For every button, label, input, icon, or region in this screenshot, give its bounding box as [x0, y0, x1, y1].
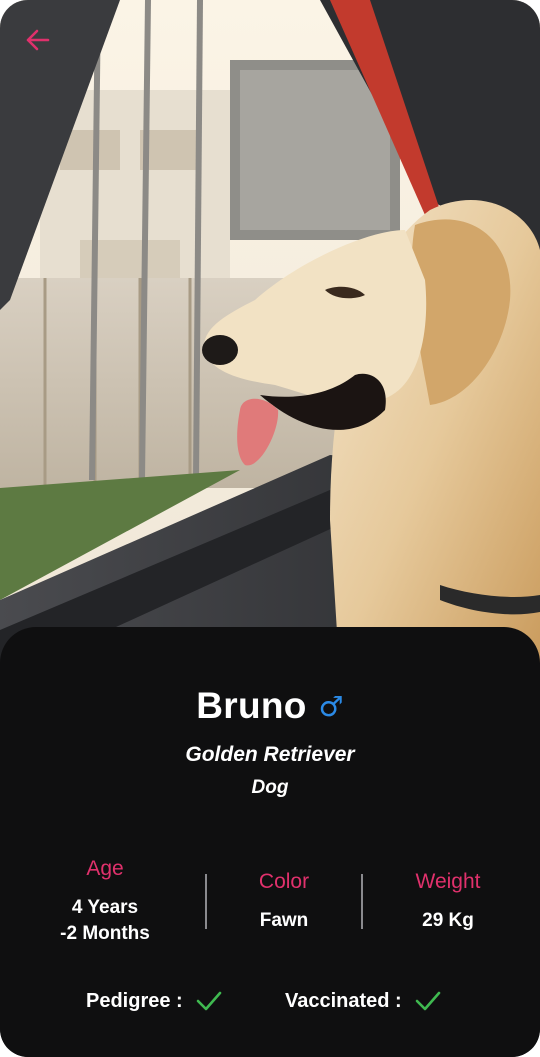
stat-color-value: Fawn: [259, 910, 309, 931]
name-row: Bruno ♂: [0, 685, 540, 727]
pet-details-card: Bruno ♂ Golden Retriever Dog Age 4 Years…: [0, 627, 540, 1057]
pedigree-label: Pedigree :: [86, 989, 183, 1012]
stat-weight-value: 29 Kg: [422, 910, 474, 931]
pet-stats: Age 4 Years -2 Months Color Fawn Weight …: [0, 857, 540, 947]
pet-name: Bruno: [196, 685, 307, 726]
stat-weight: Weight 29 Kg: [363, 870, 533, 934]
stat-age: Age 4 Years -2 Months: [20, 857, 190, 947]
stat-age-value: 4 Years -2 Months: [20, 895, 190, 947]
stat-age-years: 4 Years: [71, 897, 139, 918]
vaccinated-label: Vaccinated :: [285, 989, 402, 1012]
stat-color: Color Fawn: [199, 870, 369, 934]
arrow-left-icon: [26, 29, 50, 51]
pedigree-status: Pedigree :: [86, 989, 223, 1013]
stat-color-label: Color: [258, 870, 310, 893]
pet-photo: [0, 0, 540, 680]
pet-detail-screen: Bruno ♂ Golden Retriever Dog Age 4 Years…: [0, 0, 540, 1057]
pet-breed: Golden Retriever: [185, 743, 355, 766]
stat-weight-label: Weight: [415, 870, 481, 893]
pet-flags: Pedigree : Vaccinated :: [0, 989, 540, 1019]
vaccinated-status: Vaccinated :: [285, 989, 442, 1013]
check-icon: [196, 991, 222, 1011]
dog-photo: [0, 0, 540, 680]
back-button[interactable]: [20, 22, 56, 58]
stat-age-label: Age: [86, 857, 124, 880]
stat-age-months: -2 Months: [60, 923, 150, 944]
check-icon: [415, 991, 441, 1011]
pet-species: Dog: [251, 777, 289, 798]
male-gender-icon: ♂: [318, 690, 344, 723]
